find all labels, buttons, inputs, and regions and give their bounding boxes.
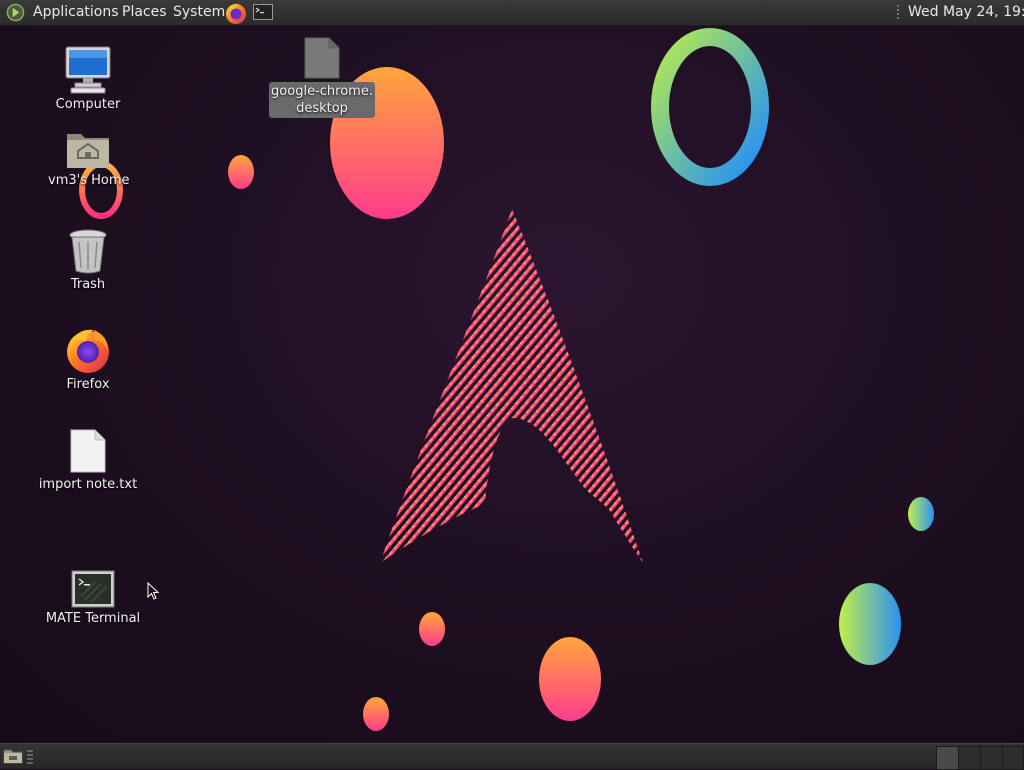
terminal-icon: [71, 570, 115, 608]
generic-file-icon: [304, 37, 340, 79]
workspace-4[interactable]: [1002, 746, 1024, 770]
desktop[interactable]: Computer vm3's Home Trash Firefox import…: [0, 26, 1024, 743]
desktop-icon-label: Firefox: [66, 377, 110, 392]
desktop-icon-label: vm3's Home: [48, 173, 130, 188]
desktop-icon-label: Computer: [55, 97, 121, 112]
panel-separator: [897, 5, 899, 20]
wallpaper-art: [79, 28, 934, 731]
mouse-pointer-icon: [147, 582, 159, 600]
text-file-icon: [70, 429, 106, 473]
desktop-icon-label: MATE Terminal: [45, 611, 141, 626]
mate-logo-icon[interactable]: [6, 3, 25, 22]
desktop-icon-mate-terminal[interactable]: MATE Terminal: [38, 570, 148, 627]
computer-icon: [65, 46, 111, 94]
desktop-icon-label: import note.txt: [38, 477, 138, 492]
desktop-icon-label: google-chrome.: [271, 84, 373, 99]
workspace-2[interactable]: [958, 746, 981, 770]
top-panel: Applications Places System Wed May 24, 1…: [0, 0, 1024, 26]
trash-icon: [69, 229, 107, 274]
home-folder-icon: [67, 134, 109, 168]
workspace-1[interactable]: [936, 746, 959, 770]
clock[interactable]: Wed May 24, 19:06: [908, 0, 1024, 25]
desktop-icon-computer[interactable]: Computer: [48, 46, 128, 113]
desktop-icon-home[interactable]: vm3's Home: [48, 128, 130, 189]
selected-label-box: google-chrome. desktop: [269, 82, 375, 118]
workspace-3[interactable]: [980, 746, 1003, 770]
bottom-panel: [0, 743, 1024, 770]
places-menu[interactable]: Places: [122, 0, 167, 25]
system-menu[interactable]: System: [173, 0, 225, 25]
terminal-launcher-icon[interactable]: [253, 4, 273, 20]
desktop-icon-import-note[interactable]: import note.txt: [38, 428, 138, 493]
panel-drag-handle[interactable]: [27, 750, 33, 764]
desktop-icon-trash[interactable]: Trash: [48, 228, 128, 293]
applications-menu[interactable]: Applications: [33, 0, 119, 25]
show-desktop-icon[interactable]: [3, 748, 23, 764]
desktop-icon-label: desktop: [296, 101, 348, 116]
firefox-launcher-icon[interactable]: [224, 1, 248, 25]
desktop-icon-label: Trash: [70, 277, 106, 292]
desktop-icon-google-chrome[interactable]: google-chrome. desktop: [269, 36, 375, 118]
desktop-icon-firefox[interactable]: Firefox: [48, 326, 128, 393]
firefox-icon: [67, 329, 109, 373]
